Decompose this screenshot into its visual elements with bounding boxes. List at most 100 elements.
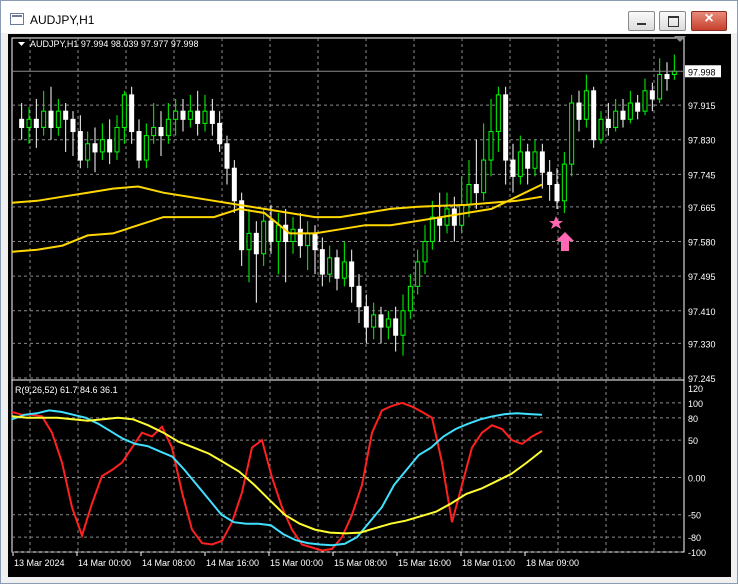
- chart-area[interactable]: 97.915 97.830 97.745 97.665 97.580 97.495 97.4…: [8, 34, 731, 577]
- candle-body: [378, 314, 384, 328]
- candle-body: [473, 184, 479, 194]
- candle-body: [591, 90, 597, 141]
- time-tick-label: 14 Mar 08:00: [142, 558, 195, 568]
- candle-body: [77, 131, 83, 161]
- time-tick-label: 18 Mar 09:00: [526, 558, 579, 568]
- candle-body: [209, 110, 215, 124]
- time-tick-label: 15 Mar 00:00: [270, 558, 323, 568]
- candle-body: [407, 285, 413, 312]
- candle-body: [63, 110, 69, 120]
- candle-body: [503, 94, 509, 161]
- indicator-tick-label: -50: [688, 511, 701, 521]
- price-tick-label: 97.410: [688, 307, 716, 317]
- signal-star-icon: [549, 216, 563, 229]
- candle-body: [547, 171, 553, 186]
- indicator-tick-label: 50: [688, 436, 698, 446]
- candle-body: [363, 306, 369, 328]
- candle-body: [48, 110, 54, 128]
- candle-body: [173, 110, 179, 120]
- indicator-tick-label: -80: [688, 533, 701, 543]
- time-tick-label: 14 Mar 16:00: [206, 558, 259, 568]
- candle-body: [275, 224, 281, 243]
- candle-body: [327, 257, 333, 275]
- chart-window: AUDJPY,H1 97.915 97.830 97.745 97.665 97.580…: [0, 0, 738, 584]
- candle-body: [393, 318, 399, 336]
- price-tick-label: 97.915: [688, 101, 716, 111]
- window-titlebar[interactable]: AUDJPY,H1: [1, 1, 737, 33]
- current-price-label: 97.998: [688, 67, 716, 77]
- candle-body: [415, 261, 421, 287]
- candle-body: [158, 126, 164, 137]
- candle-body: [195, 110, 201, 124]
- candle-body: [495, 94, 501, 133]
- symbol-dropdown-icon: [18, 42, 25, 46]
- maximize-button[interactable]: [659, 11, 686, 31]
- candle-body: [312, 232, 318, 251]
- candle-body: [349, 261, 355, 287]
- candle-body: [554, 184, 560, 202]
- candle-body: [517, 151, 523, 177]
- candle-body: [576, 102, 582, 120]
- candle-body: [107, 139, 113, 153]
- candle-body: [627, 102, 633, 120]
- candle-body: [341, 261, 347, 279]
- candle-body: [26, 118, 32, 128]
- time-tick-label: 14 Mar 00:00: [78, 558, 131, 568]
- candle-body: [187, 110, 193, 120]
- candle-body: [642, 90, 648, 112]
- candle-body: [129, 94, 135, 133]
- candle-body: [165, 118, 171, 137]
- price-tick-label: 97.580: [688, 238, 716, 248]
- candle-body: [539, 151, 545, 173]
- indicator-tick-label: 80: [688, 414, 698, 424]
- time-tick-label: 15 Mar 16:00: [398, 558, 451, 568]
- candle-body: [605, 118, 611, 128]
- candle-body: [70, 118, 76, 133]
- candle-body: [525, 151, 531, 169]
- candle-body: [33, 118, 39, 128]
- candle-body: [151, 126, 157, 137]
- price-tick-label: 97.830: [688, 136, 716, 146]
- price-tick-label: 97.245: [688, 374, 716, 384]
- indicator-label: R(9,26,52) 61.7 84.6 36.1: [15, 385, 118, 395]
- candle-body: [180, 110, 186, 120]
- candle-body: [290, 228, 296, 243]
- candle-body: [297, 228, 303, 247]
- indicator-tick-label: 0.00: [688, 473, 706, 483]
- candle-body: [459, 204, 465, 226]
- indicator-tick-label: 120: [688, 384, 703, 394]
- candle-body: [510, 159, 516, 177]
- candle-body: [583, 90, 589, 120]
- candle-body: [649, 90, 655, 100]
- chart-canvas[interactable]: 97.915 97.830 97.745 97.665 97.580 97.495 97.4…: [8, 34, 731, 577]
- candle-body: [41, 110, 47, 128]
- close-button[interactable]: [691, 10, 727, 31]
- candle-body: [217, 122, 223, 145]
- minimize-button[interactable]: [628, 11, 655, 31]
- candle-body: [334, 257, 340, 279]
- candle-body: [400, 310, 406, 336]
- candle-body: [121, 94, 127, 128]
- candle-body: [356, 285, 362, 308]
- candle-body: [305, 232, 311, 247]
- candle-body: [371, 314, 377, 328]
- candle-body: [224, 143, 230, 169]
- indicator-tick-label: 100: [688, 399, 703, 409]
- candle-body: [55, 110, 61, 128]
- candle-body: [569, 102, 575, 165]
- candle-body: [613, 110, 619, 128]
- candle-body: [481, 159, 487, 194]
- candle-body: [261, 220, 267, 255]
- candle-body: [283, 224, 289, 243]
- candle-body: [231, 167, 237, 202]
- candle-body: [136, 131, 142, 161]
- candle-body: [422, 241, 428, 263]
- indicator-series-line: [11, 415, 543, 535]
- candle-body: [85, 143, 91, 161]
- candle-body: [202, 110, 208, 124]
- candle-body: [385, 318, 391, 328]
- candle-body: [561, 163, 567, 202]
- time-tick-label: 15 Mar 08:00: [334, 558, 387, 568]
- price-tick-label: 97.665: [688, 203, 716, 213]
- candle-body: [657, 74, 663, 100]
